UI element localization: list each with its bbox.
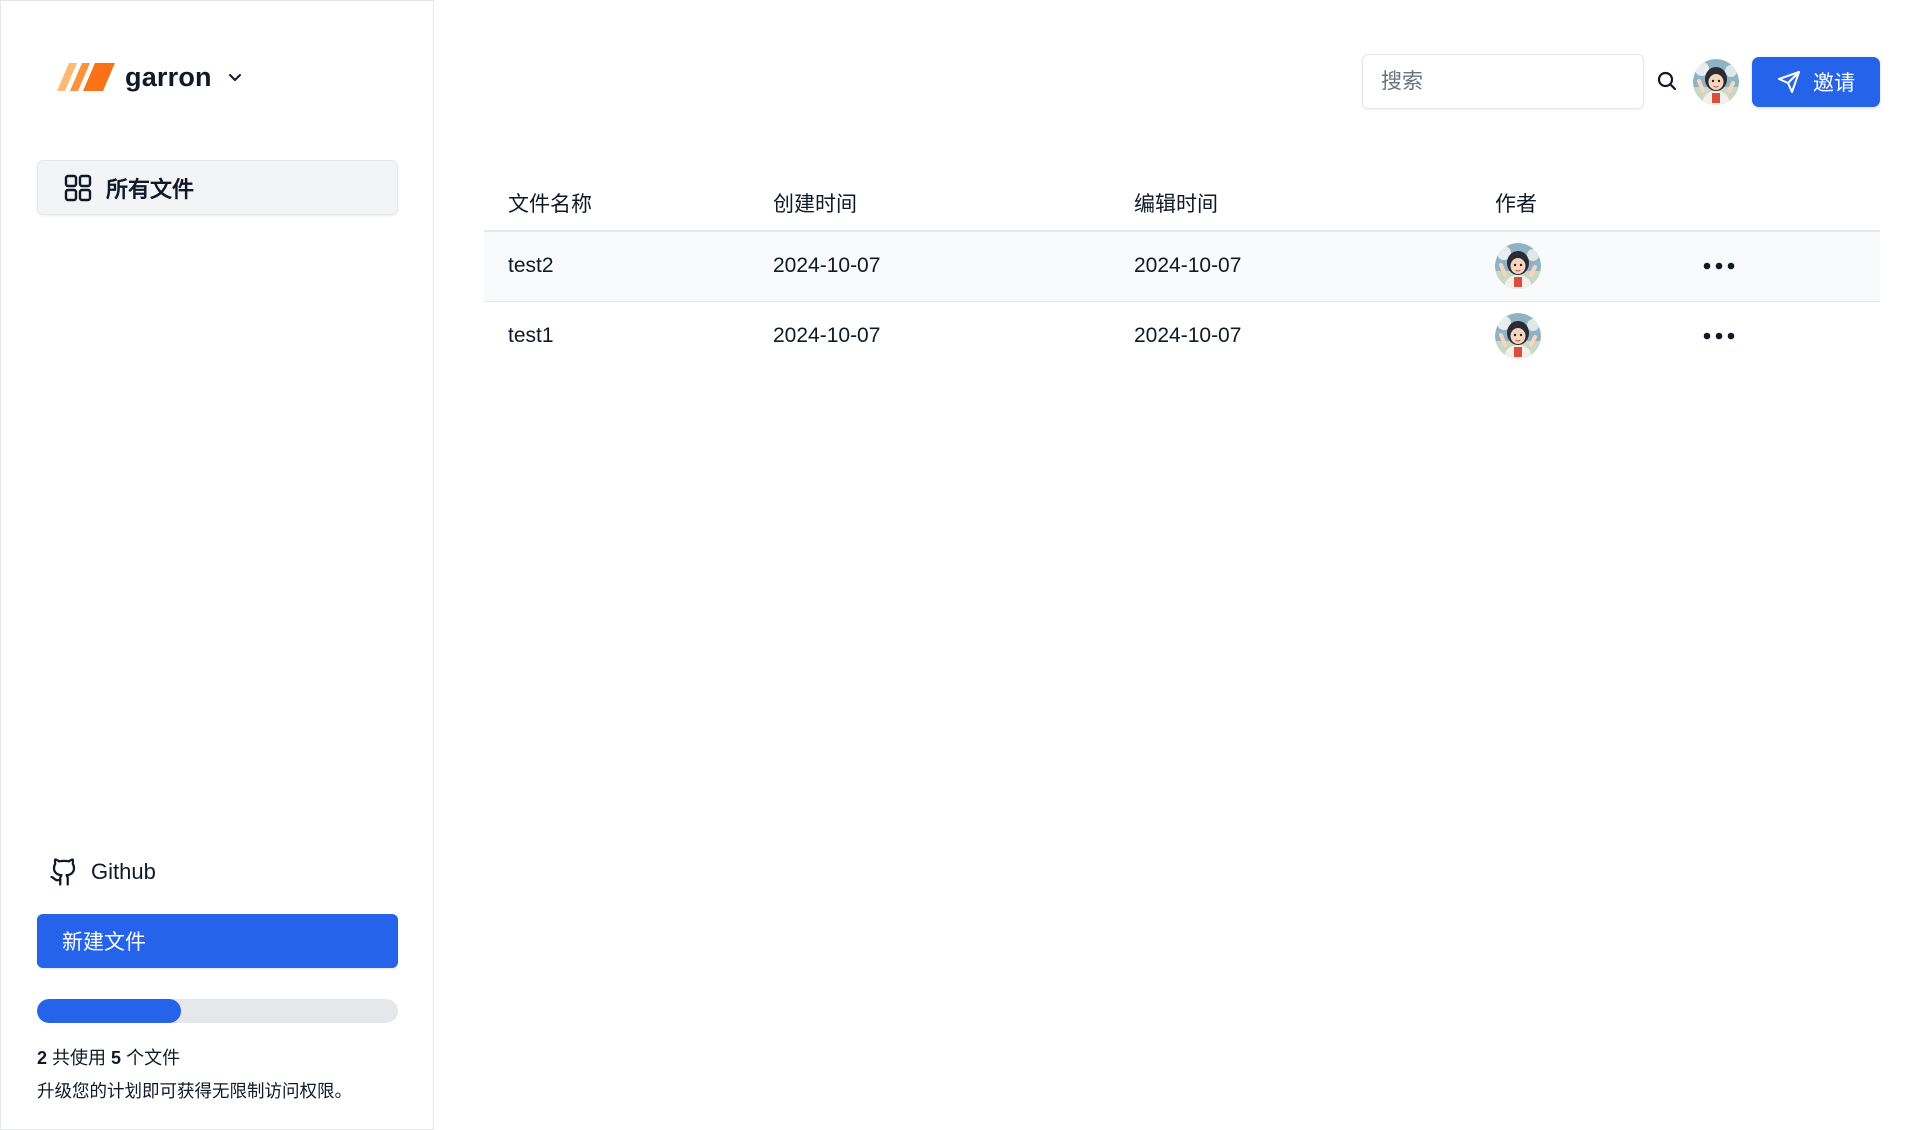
usage-total-count: 5 [111,1048,122,1068]
file-name-cell[interactable]: test1 [484,301,773,371]
usage-summary: 2 共使用 5 个文件 [37,1044,180,1070]
sidebar: garron 所有文件 Github 新建文件 2 共使用 5 个文件 升级您的… [0,0,434,1130]
column-header-edited: 编辑时间 [1134,175,1495,232]
actions-cell [1702,301,1880,371]
more-horizontal-icon[interactable] [1702,331,1736,341]
usage-progress-fill [37,999,182,1023]
chevron-down-icon [228,74,241,81]
usage-suffix-text: 个文件 [126,1048,181,1068]
author-cell [1495,301,1702,371]
invite-label: 邀请 [1813,72,1855,95]
column-header-name: 文件名称 [484,175,773,232]
more-horizontal-icon[interactable] [1702,261,1736,271]
usage-used-count: 2 [37,1048,48,1068]
brand-name: garron [125,61,212,92]
column-header-actions [1702,175,1880,232]
send-icon [1778,71,1800,93]
usage-middle-text: 共使用 [52,1048,107,1068]
search-box [1362,54,1644,109]
grid-icon [64,174,92,201]
author-cell [1495,231,1702,302]
file-name-cell[interactable]: test2 [484,231,773,302]
github-icon [50,858,76,886]
author-avatar [1495,313,1541,359]
workspace-switcher[interactable]: garron [57,57,244,97]
user-avatar[interactable] [1693,59,1739,105]
edited-date-cell: 2024-10-07 [1134,324,1242,348]
nav-item-all-files[interactable]: 所有文件 [37,160,398,215]
created-date-cell: 2024-10-07 [773,231,1134,302]
created-date-cell: 2024-10-07 [773,324,881,348]
table-row[interactable]: test2 2024-10-07 2024-10-07 [484,231,1880,302]
column-header-author: 作者 [1495,175,1702,232]
github-label: Github [91,859,156,884]
actions-cell [1702,231,1880,302]
upgrade-hint: 升级您的计划即可获得无限制访问权限。 [37,1081,352,1101]
brand-logo-icon [57,63,115,91]
search-icon[interactable] [1656,70,1678,92]
author-avatar [1495,243,1541,289]
table-header-row: 文件名称 创建时间 编辑时间 作者 [484,175,1880,232]
new-file-button[interactable]: 新建文件 [37,914,398,968]
usage-progress-bar [37,999,398,1023]
github-link[interactable]: Github [49,857,156,887]
edited-date-cell: 2024-10-07 [1134,231,1495,302]
file-table: 文件名称 创建时间 编辑时间 作者 test2 2024-10-07 2024-… [484,175,1880,371]
column-header-created: 创建时间 [773,175,1134,232]
nav-item-label: 所有文件 [106,176,195,202]
table-row[interactable]: test1 2024-10-07 2024-10-07 [484,301,1880,371]
invite-button[interactable]: 邀请 [1752,57,1880,107]
search-input[interactable] [1363,55,1643,108]
